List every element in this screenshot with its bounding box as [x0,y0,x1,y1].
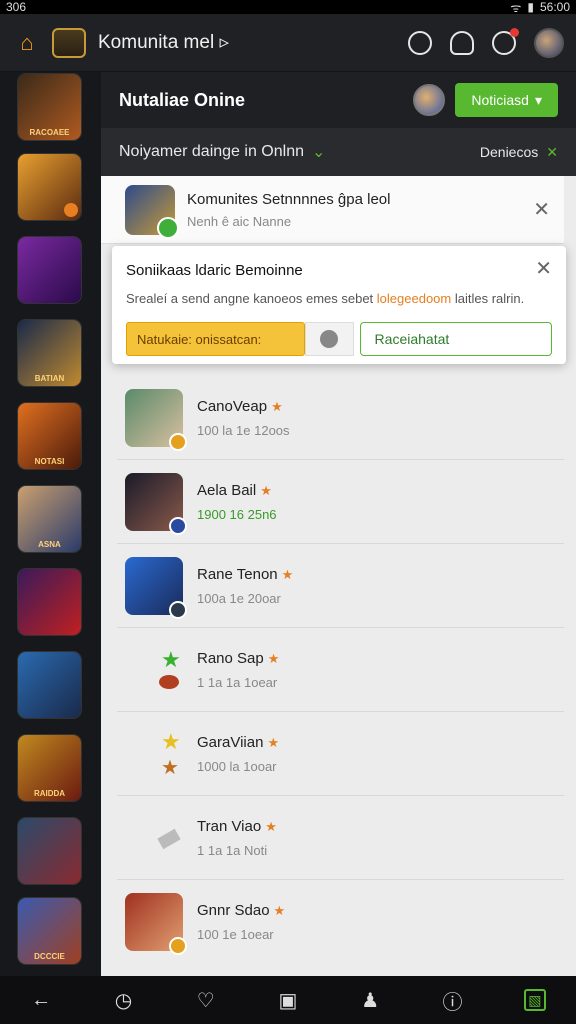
dialog-text: Srealeí a send angne kanoeos emes sebet … [126,291,525,306]
info-icon[interactable]: ⓘ [442,989,464,1014]
game-tile[interactable] [18,652,81,718]
filter-bar: Noiyamer dainge in Onlnn ⌄ Deniecos ✕ [101,128,576,176]
star-icon: ★ [267,650,280,666]
profile-icon[interactable] [450,30,474,55]
bottom-nav-bar: ← ◷ ♡ ▣ ♟ ⓘ ▧ [0,976,576,1024]
game-tile[interactable]: ASNA [18,486,81,552]
avatar [125,388,187,451]
game-tile[interactable]: DCCCIE [18,898,81,964]
avatar: ★ [125,641,183,699]
game-tile[interactable] [18,237,81,303]
dialog: Soniikaas ldaric Bemoinne ✕ Srealeí a se… [112,246,566,364]
star-icon: ★ [271,398,283,414]
list-item[interactable]: Gnnr Sdao ★ 100 1e 1oear [117,880,564,964]
game-tile[interactable] [18,818,81,884]
game-sidebar[interactable]: RACOAEE BATIAN NOTASI ASNA RAIDDA DCCCIE [0,72,101,976]
page-title: Nutaliae Onine [119,89,246,110]
back-icon[interactable]: ← [30,989,52,1011]
dialog-confirm-button[interactable]: Raceiahatat [359,322,552,356]
avatar [125,472,187,535]
dialog-input[interactable]: Natukaie: onissatcan: [126,322,305,356]
member-list: CanoVeap ★ 100 la 1e 12oos Aela Bail ★ 190… [117,376,564,964]
trend-icon: ⌄ [312,144,326,161]
list-item[interactable]: Tran Viao ★ 1 1a 1a Noti [117,796,564,880]
close-icon[interactable]: ✕ [533,197,550,222]
clear-button[interactable] [304,322,354,356]
square-icon[interactable]: ▣ [277,989,299,1012]
app-title: Komunita mel ▹ [98,32,229,53]
game-tile[interactable]: NOTASI [18,403,81,469]
top-app-bar: ⌂ Komunita mel ▹ [0,14,576,72]
game-tile[interactable]: RACOAEE [18,74,81,140]
avatar [125,893,187,955]
avatar: ★ ★ [161,728,181,779]
star-icon: ★ [260,482,272,498]
notice-subtitle: Nenh ê aic Nanne [187,213,292,229]
avatar[interactable] [413,84,446,116]
list-item[interactable]: Aela Bail ★ 1900 16 25n6 [117,460,564,544]
dialog-title: Soniikaas ldaric Bemoinne [126,262,303,279]
game-tile[interactable] [18,569,81,635]
clan-badge-icon[interactable] [52,27,86,58]
notice-title: Komunites Setnnnnes ĝpa leol [187,190,391,208]
clock-icon[interactable]: ◷ [112,989,134,1012]
status-time-right: 56:00 [539,0,570,14]
status-time-left: 306 [6,0,27,14]
filter-label: Noiyamer dainge in Onlnn [119,143,304,160]
close-icon[interactable]: ✕ [546,144,558,161]
user-avatar[interactable] [534,27,564,58]
heart-icon[interactable]: ♡ [195,989,217,1012]
notices-dropdown-button[interactable]: Noticiasd ▾ [455,83,558,117]
game-tile[interactable] [18,154,81,220]
game-tile[interactable]: BATIAN [18,320,81,386]
list-item[interactable]: Rane Tenon ★ 100a 1e 20oar [117,544,564,628]
battery-icon: ▮ [527,0,534,14]
star-icon: ★ [281,566,294,582]
notice-thumbnail [125,184,179,239]
app-logo-icon[interactable]: ⌂ [12,28,42,58]
person-icon[interactable]: ♟ [359,989,381,1012]
star-icon: ★ [273,903,286,918]
chevron-down-icon: ▾ [534,91,542,108]
chart-icon[interactable]: ▧ [523,989,546,1011]
list-item[interactable]: CanoVeap ★ 100 la 1e 12oos [117,376,564,460]
filter-right-label[interactable]: Deniecos [480,144,538,160]
avatar [125,556,187,619]
main-header: Nutaliae Onine Noticiasd ▾ [101,72,576,128]
game-tile[interactable]: RAIDDA [18,735,81,801]
notification-icon[interactable] [492,27,519,55]
clear-icon [320,330,339,348]
notice-card[interactable]: Komunites Setnnnnes ĝpa leol Nenh ê aic … [101,176,564,244]
avatar [125,809,183,867]
chat-icon[interactable] [408,30,432,55]
list-item[interactable]: ★ ★ GaraViian ★ 1000 la 1ooar [117,712,564,796]
main-panel: Nutaliae Onine Noticiasd ▾ Noiyamer dain… [101,72,576,976]
star-icon: ★ [267,734,280,750]
status-bar: 306 ᯤ ▮ 56:00 [0,0,576,15]
list-item[interactable]: ★ Rano Sap ★ 1 1a 1a 1oear [117,628,564,712]
close-icon[interactable]: ✕ [535,256,552,281]
star-icon: ★ [265,818,277,834]
